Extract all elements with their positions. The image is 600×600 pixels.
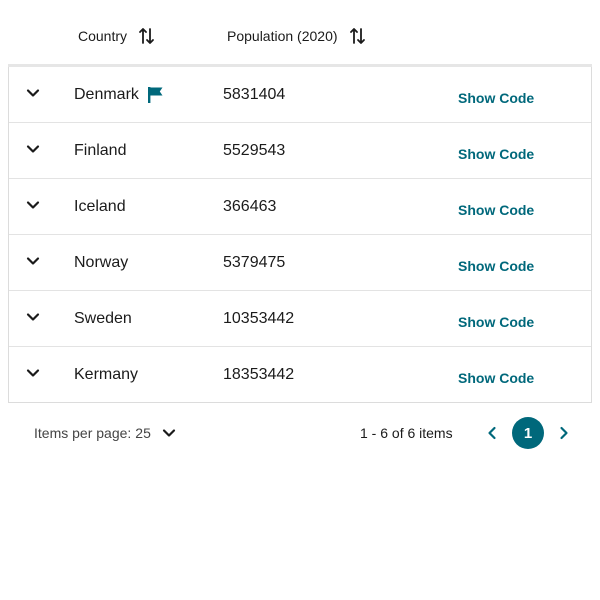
- country-cell: Sweden: [74, 291, 132, 346]
- next-page-button[interactable]: [552, 421, 576, 445]
- expand-row-button[interactable]: [21, 81, 45, 105]
- country-cell: Denmark: [74, 67, 164, 122]
- expand-row-button[interactable]: [21, 193, 45, 217]
- population-cell: 10353442: [223, 309, 295, 327]
- chevron-down-icon: [26, 369, 40, 377]
- table-header: Country Population (2020): [8, 8, 592, 67]
- population-cell: 5831404: [223, 85, 286, 103]
- items-range-text: 1 - 6 of 6 items: [360, 425, 453, 441]
- expand-row-button[interactable]: [21, 137, 45, 161]
- table-row: Kermany 18353442 Show Code: [9, 347, 591, 402]
- country-cell: Kermany: [74, 347, 138, 402]
- show-code-link[interactable]: Show Code: [458, 347, 534, 405]
- show-code-link[interactable]: Show Code: [458, 179, 534, 237]
- previous-page-button[interactable]: [480, 421, 504, 445]
- expand-row-button[interactable]: [21, 305, 45, 329]
- chevron-right-icon: [560, 426, 568, 440]
- column-header-country-label: Country: [78, 28, 128, 44]
- population-cell: 5379475: [223, 253, 286, 271]
- show-code-link[interactable]: Show Code: [458, 123, 534, 181]
- sort-population-button[interactable]: [346, 24, 370, 48]
- items-per-page-dropdown[interactable]: [157, 421, 181, 445]
- country-cell: Norway: [74, 235, 128, 290]
- show-code-link[interactable]: Show Code: [458, 67, 534, 125]
- country-cell: Finland: [74, 123, 126, 178]
- table-body: Denmark 5831404 Show Code Finland 552954…: [8, 67, 592, 403]
- chevron-down-icon: [26, 257, 40, 265]
- country-name: Sweden: [74, 309, 132, 327]
- population-cell: 5529543: [223, 141, 286, 159]
- sort-arrows-icon: [139, 28, 154, 44]
- population-cell: 366463: [223, 197, 277, 215]
- items-per-page-value: 25: [135, 425, 151, 441]
- sort-country-button[interactable]: [135, 24, 159, 48]
- country-name: Iceland: [74, 197, 126, 215]
- show-code-link[interactable]: Show Code: [458, 235, 534, 293]
- sort-arrows-icon: [349, 28, 365, 44]
- table-row: Norway 5379475 Show Code: [9, 235, 591, 291]
- country-name: Denmark: [74, 85, 139, 103]
- table-row: Sweden 10353442 Show Code: [9, 291, 591, 347]
- page-1-button[interactable]: 1: [512, 417, 544, 449]
- column-header-population: Population (2020): [227, 8, 370, 64]
- chevron-left-icon: [488, 426, 496, 440]
- population-cell: 18353442: [223, 365, 295, 383]
- chevron-down-icon: [26, 201, 40, 209]
- table-row: Denmark 5831404 Show Code: [9, 67, 591, 123]
- chevron-down-icon: [162, 429, 175, 437]
- country-cell: Iceland: [74, 179, 126, 234]
- column-header-population-label: Population (2020): [227, 28, 338, 44]
- expand-row-button[interactable]: [21, 249, 45, 273]
- country-name: Finland: [74, 141, 127, 159]
- show-code-link[interactable]: Show Code: [458, 291, 534, 349]
- country-name: Kermany: [74, 365, 139, 383]
- country-name: Norway: [74, 253, 129, 271]
- table-row: Finland 5529543 Show Code: [9, 123, 591, 179]
- items-per-page-label: Items per page:: [34, 425, 132, 441]
- flag-icon: [146, 86, 164, 104]
- items-per-page: Items per page: 25: [34, 410, 181, 456]
- pagination-bar: Items per page: 25 1 - 6 of 6 items 1: [8, 410, 592, 456]
- column-header-country: Country: [78, 8, 159, 64]
- data-table: Country Population (2020) Denmark 583140…: [8, 8, 592, 403]
- chevron-down-icon: [26, 145, 40, 153]
- chevron-down-icon: [26, 313, 40, 321]
- chevron-down-icon: [26, 89, 40, 97]
- expand-row-button[interactable]: [21, 361, 45, 385]
- table-row: Iceland 366463 Show Code: [9, 179, 591, 235]
